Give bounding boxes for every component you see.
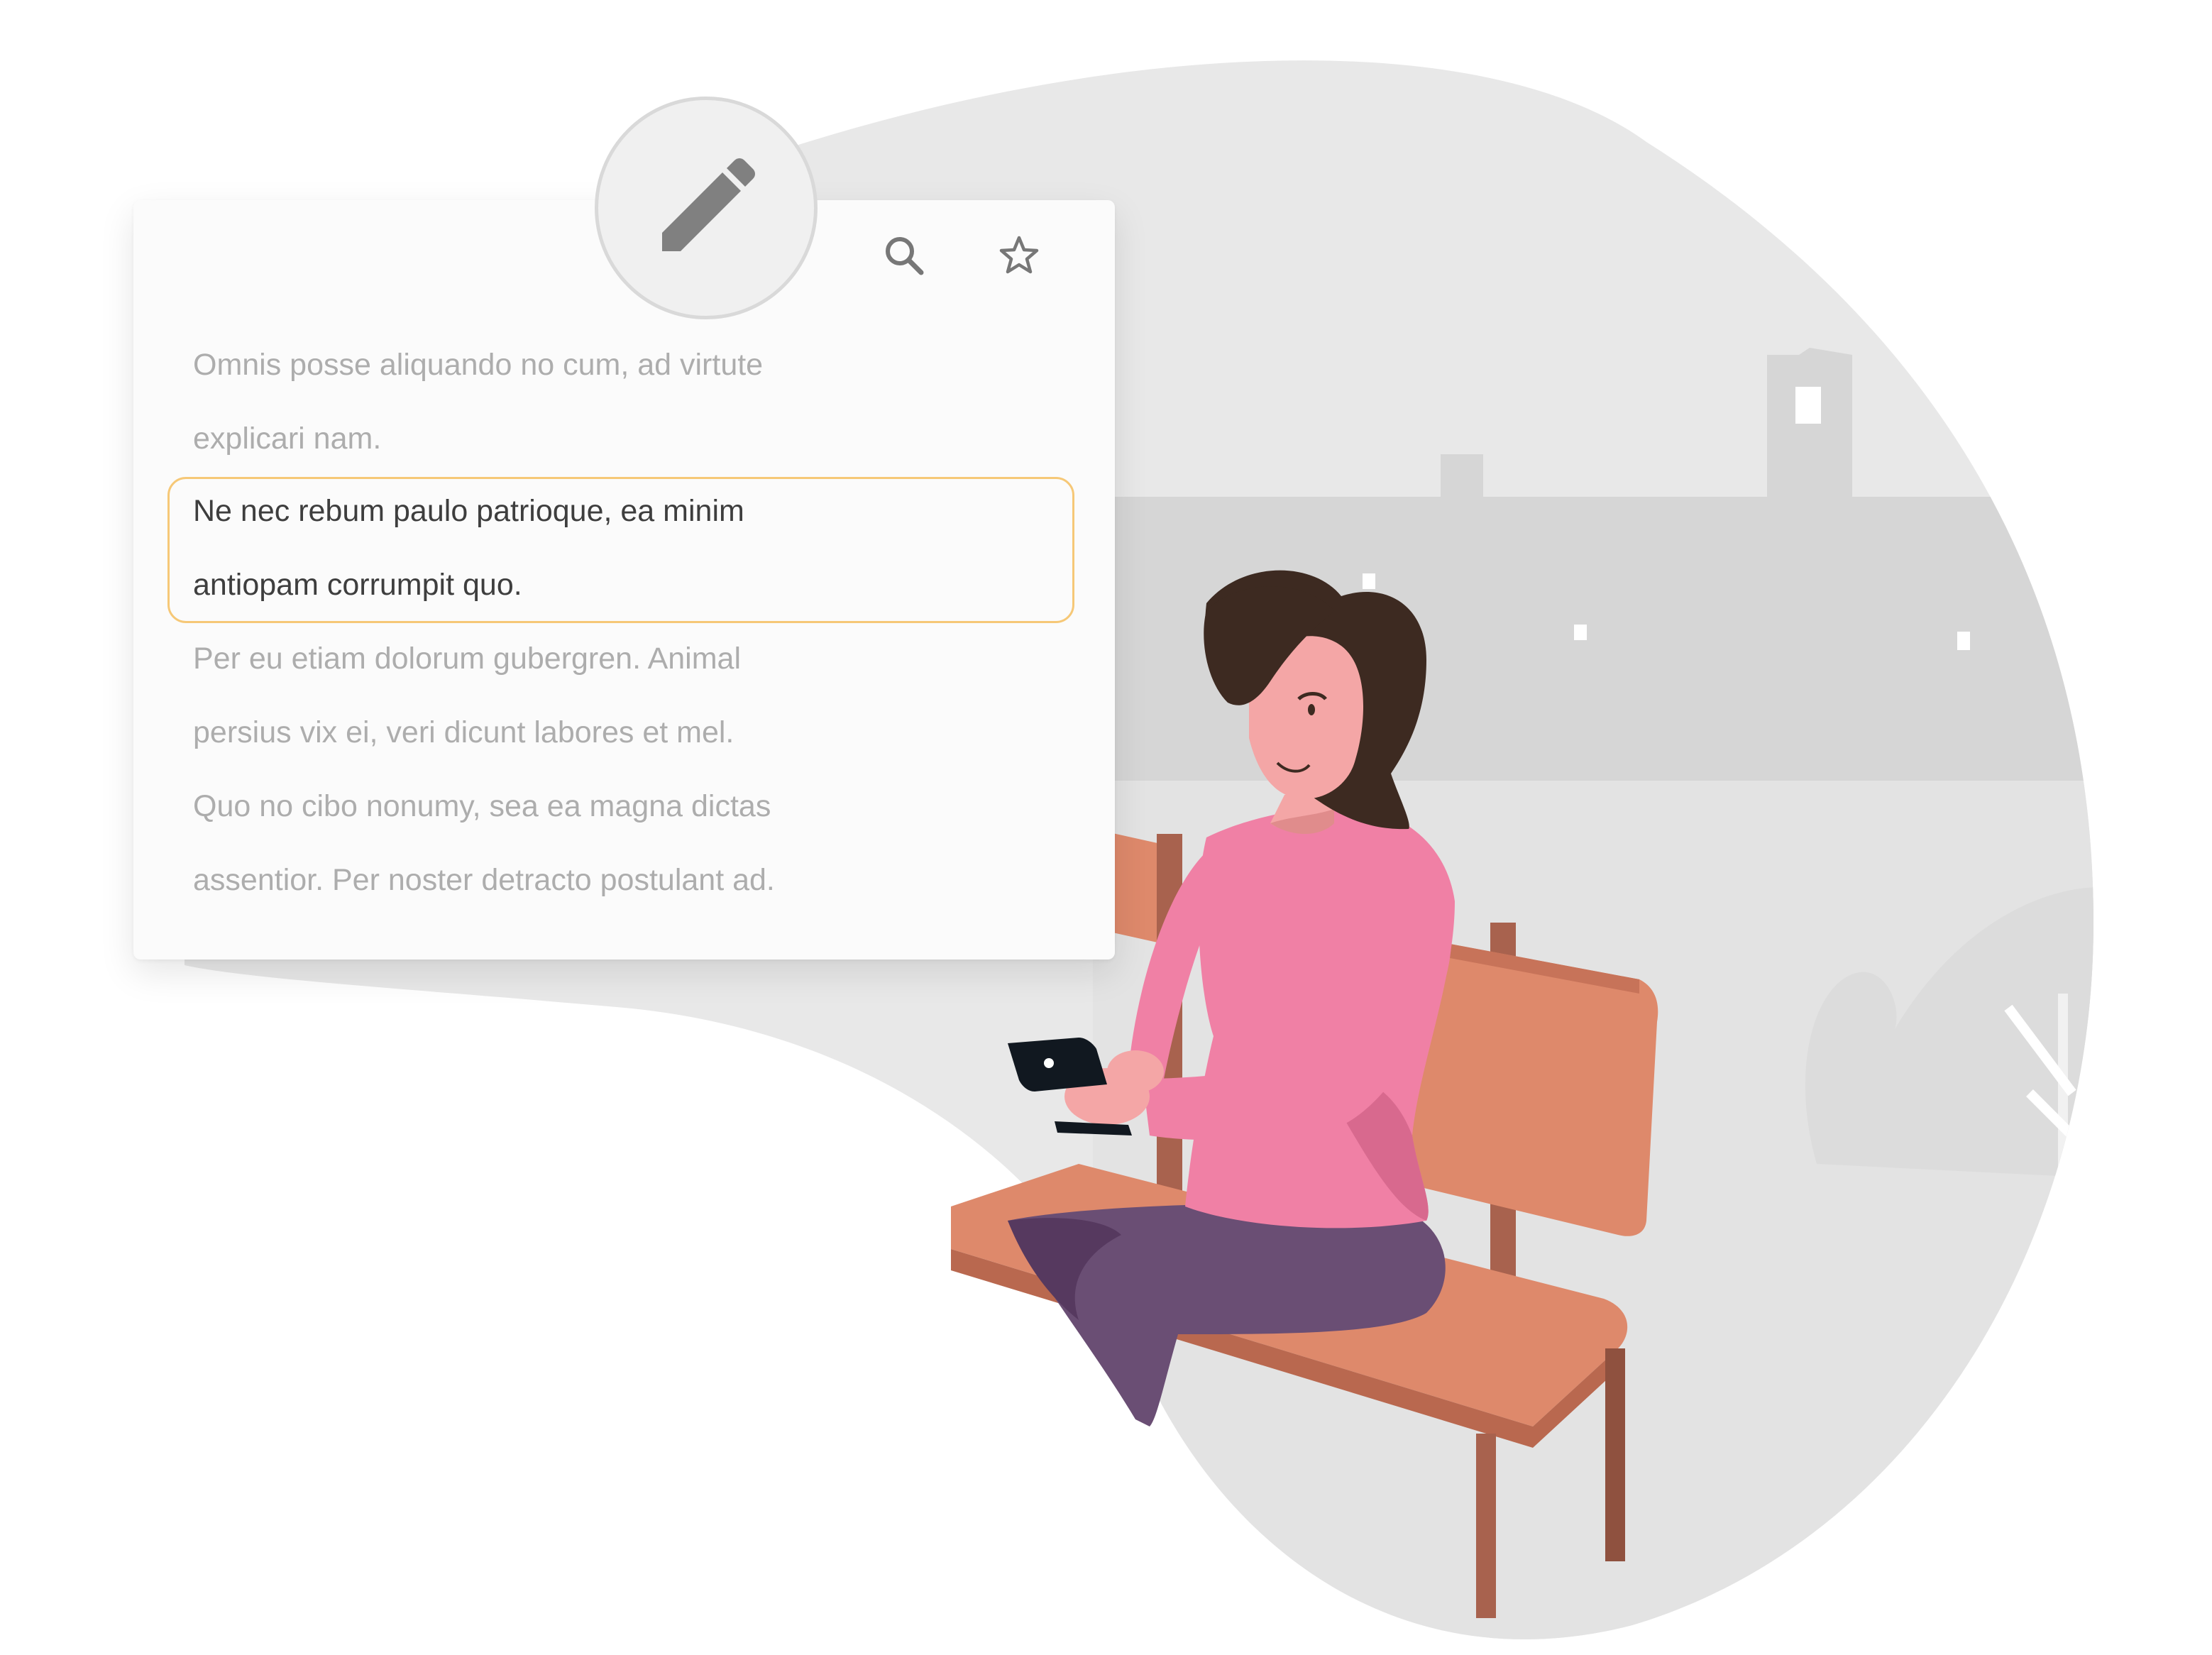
paragraph-1-line-1: Omnis posse aliquando no cum, ad virtute <box>193 348 764 382</box>
pencil-icon <box>662 158 755 251</box>
paragraph-4-line-1: Quo no cibo nonumy, sea ea magna dictas <box>193 789 771 823</box>
paragraph-4-line-2: assentior. Per noster detracto postulant… <box>193 863 775 897</box>
paragraph-1-line-2: explicari nam. <box>193 422 382 456</box>
paragraph-3-line-2: persius vix ei, veri dicunt labores et m… <box>193 715 734 749</box>
paragraph-3-line-1: Per eu etiam dolorum gubergren. Animal <box>193 642 742 676</box>
star-icon <box>999 236 1039 274</box>
edit-button[interactable] <box>595 97 818 319</box>
favorite-button[interactable] <box>992 229 1046 282</box>
selected-paragraph-line-1: Ne nec rebum paulo patrioque, ea minim <box>193 494 744 528</box>
search-button[interactable] <box>877 229 931 282</box>
selected-paragraph-line-2: antiopam corrumpit quo. <box>193 568 522 602</box>
phone <box>1008 1038 1107 1092</box>
search-icon <box>886 237 924 275</box>
